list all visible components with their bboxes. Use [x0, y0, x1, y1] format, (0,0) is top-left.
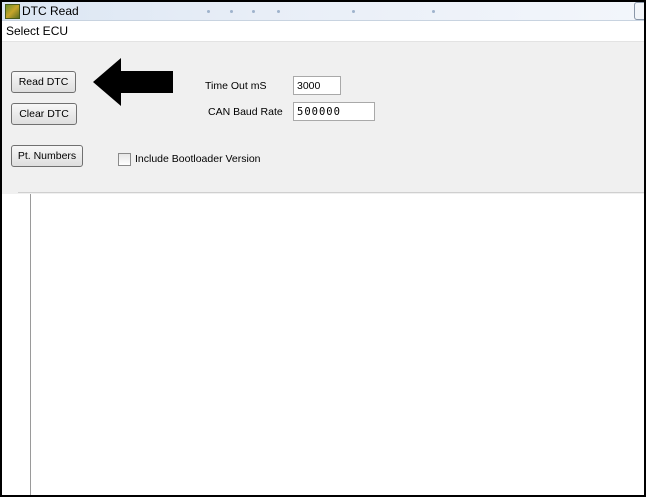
read-dtc-button[interactable]: Read DTC — [11, 71, 76, 93]
dtc-output-area[interactable] — [30, 194, 644, 495]
include-bootloader-label: Include Bootloader Version — [135, 153, 261, 165]
timeout-label: Time Out mS — [205, 80, 267, 92]
title-bar-artifact — [432, 10, 435, 13]
window-control-button[interactable] — [634, 2, 644, 20]
timeout-input[interactable] — [293, 76, 341, 95]
dtc-read-window: DTC Read Select ECU Read DTC Clear DTC P… — [0, 0, 646, 497]
can-baud-rate-label: CAN Baud Rate — [208, 106, 283, 118]
app-icon — [5, 4, 20, 19]
panel-divider — [18, 192, 644, 193]
left-arrow-icon — [93, 58, 173, 106]
title-bar-artifact — [252, 10, 255, 13]
title-bar-artifact — [207, 10, 210, 13]
clear-dtc-button[interactable]: Clear DTC — [11, 103, 77, 125]
title-bar-artifact — [277, 10, 280, 13]
menu-bar: Select ECU — [2, 21, 644, 41]
title-bar[interactable]: DTC Read — [2, 2, 644, 21]
pt-numbers-button[interactable]: Pt. Numbers — [11, 145, 83, 167]
can-baud-rate-input[interactable] — [293, 102, 375, 121]
window-title: DTC Read — [22, 4, 79, 18]
title-bar-artifact — [230, 10, 233, 13]
menu-select-ecu[interactable]: Select ECU — [6, 24, 68, 38]
include-bootloader-checkbox[interactable] — [118, 153, 131, 166]
title-bar-artifact — [352, 10, 355, 13]
